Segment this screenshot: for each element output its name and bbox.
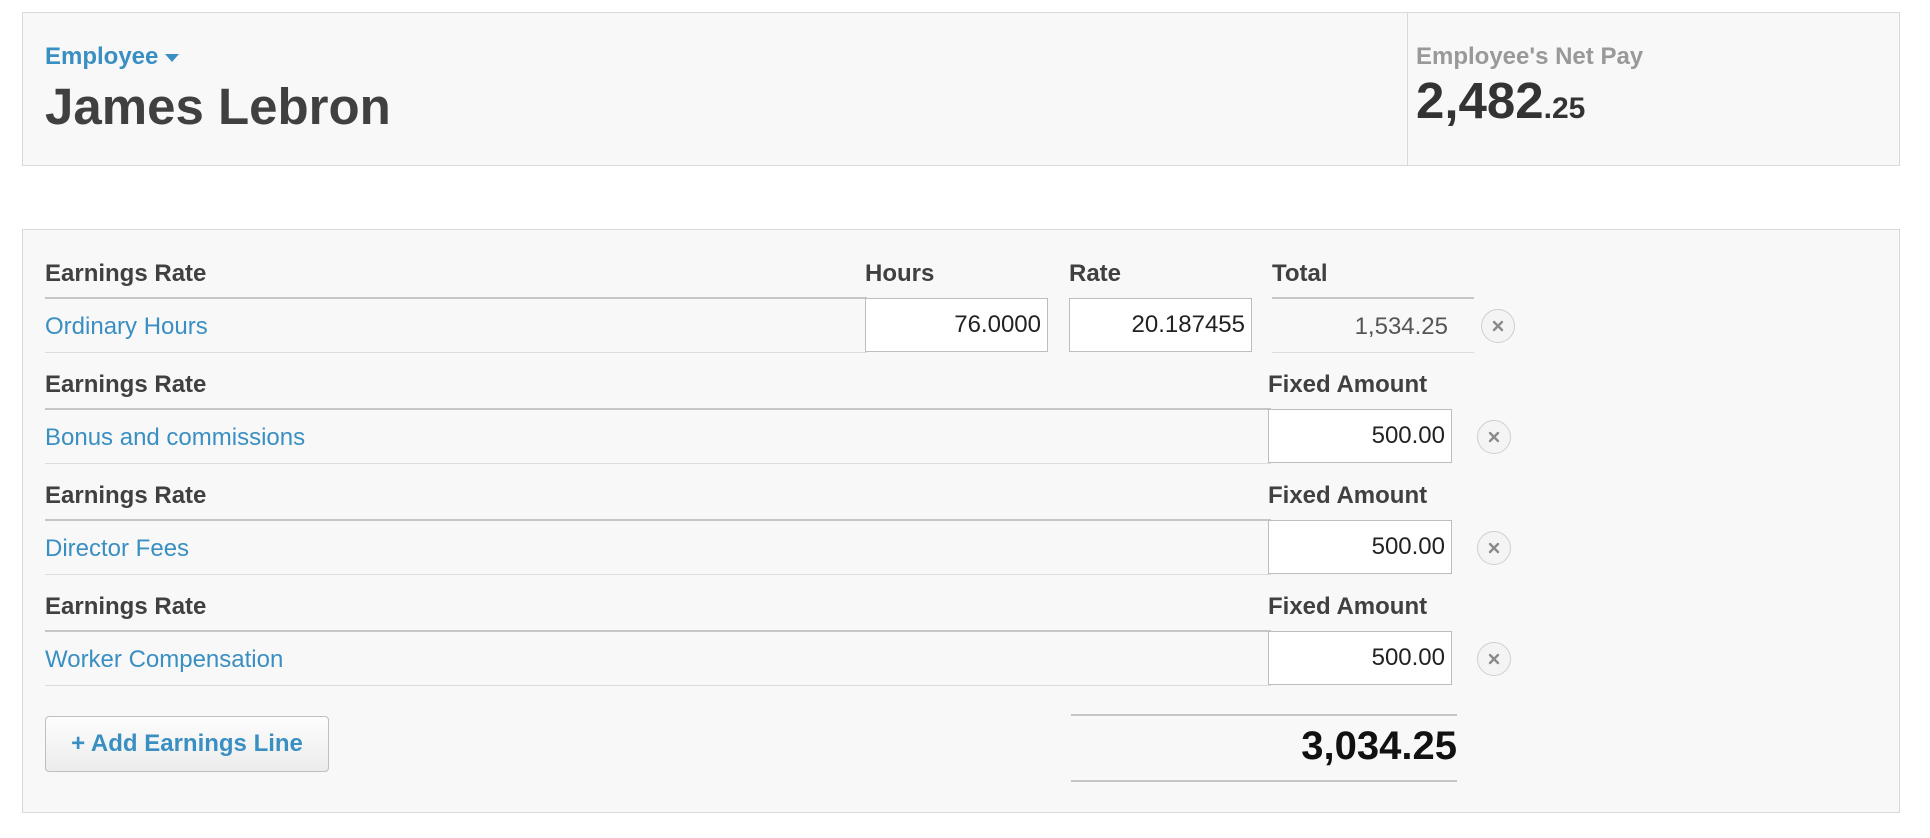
remove-line-button[interactable] [1477, 420, 1511, 454]
divider [1071, 780, 1457, 782]
earnings-rate-ordinary-hours[interactable]: Ordinary Hours [45, 313, 208, 341]
rate-input[interactable] [1069, 298, 1252, 352]
divider [45, 519, 1271, 521]
earnings-rate-header: Earnings Rate [45, 593, 207, 620]
earnings-rate-worker-compensation[interactable]: Worker Compensation [45, 646, 283, 674]
divider [45, 574, 1271, 575]
close-icon [1488, 653, 1500, 665]
divider [1272, 297, 1474, 299]
fixed-amount-input[interactable] [1268, 631, 1452, 685]
divider [45, 463, 1271, 464]
earnings-rate-header: Earnings Rate [45, 482, 207, 509]
fixed-amount-header: Fixed Amount [1268, 482, 1428, 509]
net-pay-label: Employee's Net Pay [1416, 43, 1644, 70]
divider [45, 297, 867, 299]
net-pay-value: 2,482.25 [1416, 71, 1585, 130]
employee-dropdown[interactable]: Employee [45, 43, 180, 71]
net-pay-cents: .25 [1543, 92, 1586, 125]
remove-line-button[interactable] [1477, 642, 1511, 676]
net-pay-main: 2,482 [1416, 72, 1544, 129]
divider [1071, 714, 1457, 716]
total-header: Total [1272, 260, 1328, 287]
earnings-rate-header: Earnings Rate [45, 371, 207, 398]
line-total-value: 1,534.25 [1354, 313, 1448, 340]
remove-line-button[interactable] [1477, 531, 1511, 565]
fixed-amount-header: Fixed Amount [1268, 593, 1428, 620]
close-icon [1492, 320, 1504, 332]
close-icon [1488, 542, 1500, 554]
caret-down-icon [165, 54, 180, 62]
divider [1272, 352, 1474, 353]
divider [45, 630, 1271, 632]
header-divider [1407, 13, 1408, 165]
remove-line-button[interactable] [1481, 309, 1515, 343]
divider [45, 408, 1271, 410]
fixed-amount-header: Fixed Amount [1268, 371, 1428, 398]
divider [45, 685, 1271, 686]
earnings-rate-header: Earnings Rate [45, 260, 207, 287]
employee-header: Employee James Lebron Employee's Net Pay… [22, 12, 1900, 166]
hours-header: Hours [865, 260, 935, 287]
employee-name: James Lebron [45, 78, 391, 135]
earnings-rate-director-fees[interactable]: Director Fees [45, 535, 189, 563]
earnings-rate-bonus[interactable]: Bonus and commissions [45, 424, 305, 452]
fixed-amount-input[interactable] [1268, 520, 1452, 574]
earnings-grand-total: 3,034.25 [1301, 724, 1457, 768]
earnings-panel: Earnings Rate Hours Rate Total Ordinary … [22, 229, 1900, 813]
divider [45, 352, 867, 353]
employee-label: Employee [45, 43, 159, 70]
hours-input[interactable] [865, 298, 1048, 352]
add-earnings-line-button[interactable]: + Add Earnings Line [45, 716, 329, 772]
fixed-amount-input[interactable] [1268, 409, 1452, 463]
close-icon [1488, 431, 1500, 443]
rate-header: Rate [1069, 260, 1122, 287]
